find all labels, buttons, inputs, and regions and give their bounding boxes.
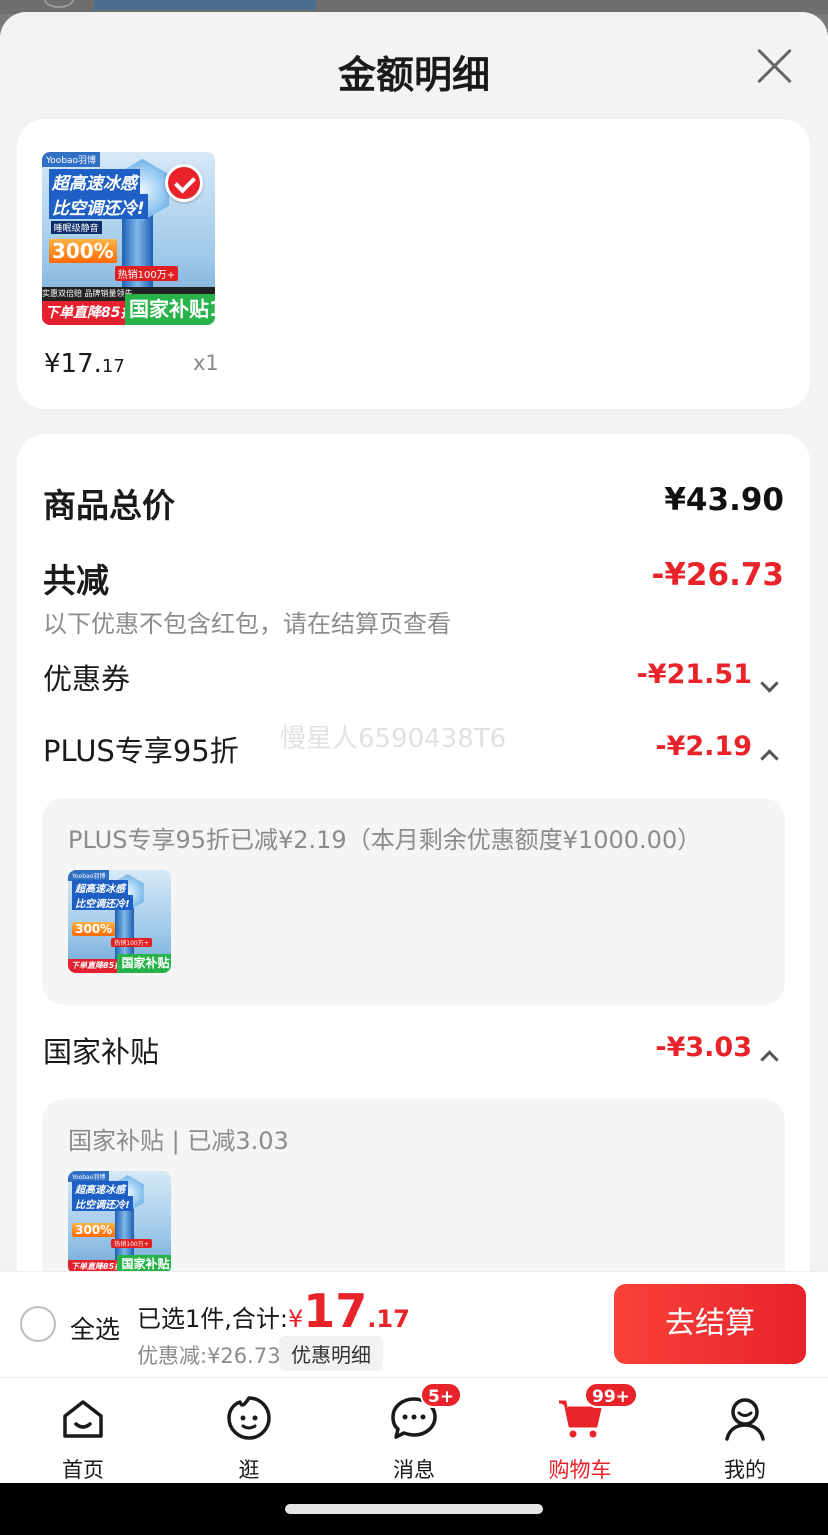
thumb-subsidy: 国家补贴15% — [117, 954, 171, 973]
thumb-headline: 超高速冰感 — [72, 880, 129, 896]
plus-discount-value[interactable]: -¥2.19 — [655, 731, 752, 762]
summary-total: 17 — [303, 1284, 368, 1338]
thumb-discount: 下单直降85折 — [68, 958, 122, 973]
tab-cart-label: 购物车 — [548, 1458, 612, 1482]
product-image-sales: 热销100万+ — [114, 266, 179, 282]
product-image-percent: 300% — [48, 238, 117, 263]
select-all-label[interactable]: 全选 — [70, 1310, 120, 1346]
system-home-bar — [0, 1483, 828, 1535]
tab-profile-label: 我的 — [724, 1458, 766, 1482]
home-icon — [63, 1400, 103, 1438]
thumb-percent: 300% — [72, 1222, 116, 1237]
select-all-radio[interactable] — [20, 1306, 56, 1342]
tab-profile[interactable]: 我的 — [685, 1378, 805, 1496]
product-image-tag: 睡眠级静音 — [50, 221, 102, 235]
thumb-subheadline: 比空调还冷! — [72, 894, 133, 910]
product-image-subheadline: 比空调还冷! — [48, 193, 148, 219]
selected-check-icon[interactable] — [165, 164, 203, 202]
total-reduce-value: -¥26.73 — [651, 557, 785, 593]
tab-messages-label: 消息 — [393, 1458, 435, 1482]
background-radio — [44, 0, 74, 8]
coupon-value[interactable]: -¥21.51 — [637, 659, 752, 690]
plus-discount-note: PLUS专享95折已减¥2.19（本月剩余优惠额度¥1000.00） — [68, 826, 702, 854]
profile-icon — [725, 1398, 765, 1441]
thumb-subheadline: 比空调还冷! — [72, 1195, 133, 1211]
chevron-up-icon[interactable] — [760, 1050, 779, 1069]
national-subsidy-note: 国家补贴 | 已减3.03 — [68, 1127, 289, 1155]
thumb-sales: 热销100万+ — [111, 937, 152, 947]
plus-discount-detail: PLUS专享95折已减¥2.19（本月剩余优惠额度¥1000.00） Yooba… — [42, 798, 785, 1005]
summary-yen: ¥ — [287, 1305, 304, 1333]
checkout-bar: 全选 已选1件,合计:¥17.17 优惠减:¥26.73 优惠明细 去结算 — [0, 1271, 828, 1377]
summary-prefix: 已选1件,合计: — [137, 1305, 288, 1333]
thumb-percent: 300% — [72, 921, 116, 936]
amount-detail-sheet: 金额明细 Yoobao羽博 超高速冰感 比空调还冷! 睡眠级静音 300% 热销… — [0, 12, 828, 1535]
thumb-headline: 超高速冰感 — [72, 1181, 129, 1197]
reduce-note: 以下优惠不包含红包，请在结算页查看 — [43, 610, 451, 638]
product-image-subsidy: 国家补贴15% — [125, 293, 215, 325]
total-price-label: 商品总价 — [43, 486, 175, 525]
product-price: ¥17.17 — [44, 349, 125, 379]
product-price-cents: 17 — [101, 356, 125, 377]
chevron-up-icon[interactable] — [760, 749, 779, 768]
cart-badge: 99+ — [584, 1382, 638, 1408]
price-detail-card: 商品总价 ¥43.90 共减 -¥26.73 以下优惠不包含红包，请在结算页查看… — [17, 434, 810, 1329]
chevron-down-icon[interactable] — [760, 674, 779, 693]
total-price-value: ¥43.90 — [664, 482, 784, 518]
national-subsidy-value[interactable]: -¥3.03 — [655, 1032, 752, 1063]
product-image-headline: 超高速冰感 — [48, 169, 140, 195]
tab-messages[interactable]: 5+ 消息 — [354, 1378, 474, 1496]
subsidy-product-thumbnail: Yoobao羽博 超高速冰感 比空调还冷! 300% 热销100万+ 下单直降8… — [68, 1171, 171, 1274]
national-subsidy-label[interactable]: 国家补贴 — [43, 1029, 159, 1071]
product-image-brand: Yoobao羽博 — [42, 152, 101, 167]
selected-summary: 已选1件,合计:¥17.17 — [137, 1284, 410, 1338]
tab-discover[interactable]: 逛 — [189, 1378, 309, 1496]
message-badge: 5+ — [420, 1382, 463, 1408]
total-reduce-label: 共减 — [43, 561, 109, 600]
watermark: 慢星人6590438T6 — [280, 724, 507, 754]
tab-discover-label: 逛 — [238, 1458, 260, 1482]
sheet-title: 金额明细 — [337, 53, 490, 97]
bottom-tab-bar: 首页 逛 5+ 消息 99+ 购物车 我的 — [0, 1377, 828, 1495]
coupon-label[interactable]: 优惠券 — [43, 656, 130, 698]
product-card: Yoobao羽博 超高速冰感 比空调还冷! 睡眠级静音 300% 热销100万+… — [17, 119, 810, 409]
product-image-discount: 下单直降85折 — [42, 300, 134, 325]
plus-product-thumbnail: Yoobao羽博 超高速冰感 比空调还冷! 300% 热销100万+ 下单直降8… — [68, 870, 171, 973]
discover-icon — [227, 1396, 271, 1440]
product-quantity: x1 — [193, 351, 219, 375]
tab-home[interactable]: 首页 — [23, 1378, 143, 1496]
discount-detail-button[interactable]: 优惠明细 — [279, 1336, 383, 1371]
tab-home-label: 首页 — [62, 1458, 104, 1482]
thumb-sales: 热销100万+ — [111, 1238, 152, 1248]
home-indicator[interactable] — [285, 1504, 543, 1514]
saved-amount: 优惠减:¥26.73 — [137, 1344, 281, 1368]
close-icon[interactable] — [754, 46, 794, 86]
summary-cents: .17 — [367, 1305, 410, 1333]
plus-discount-label[interactable]: PLUS专享95折 — [43, 728, 239, 770]
background-thumbnail — [94, 0, 316, 10]
checkout-button[interactable]: 去结算 — [614, 1284, 806, 1364]
tab-cart[interactable]: 99+ 购物车 — [520, 1378, 640, 1496]
product-price-main: ¥17. — [44, 349, 102, 379]
